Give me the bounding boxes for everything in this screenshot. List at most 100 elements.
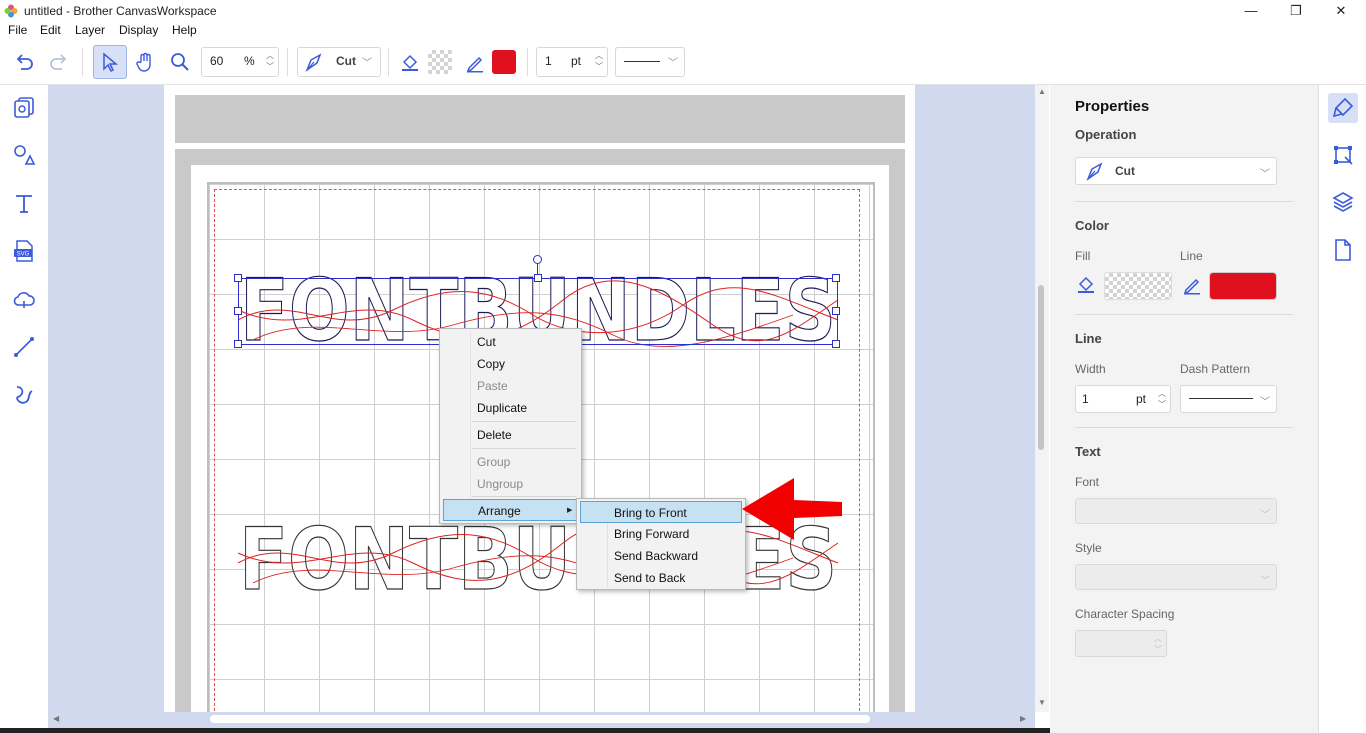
style-label: Style — [1075, 541, 1102, 555]
chevron-down-icon: ﹀ — [362, 58, 372, 69]
submenu-item-send-to-back[interactable]: Send to Back — [577, 567, 743, 589]
line-pen-icon[interactable] — [461, 48, 489, 76]
width-label: Width — [1075, 362, 1106, 376]
style-select[interactable]: ﹀ — [1075, 564, 1277, 590]
zoom-stepper-arrows[interactable]: ︿ ﹀ — [264, 50, 276, 72]
svg-import-icon[interactable]: SVG — [10, 237, 38, 265]
app-logo-icon — [4, 4, 18, 18]
dash-pattern-select[interactable]: ﹀ — [1180, 385, 1277, 413]
resize-handle[interactable] — [832, 274, 840, 282]
context-menu-item-paste[interactable]: Paste — [440, 375, 579, 397]
resize-handle[interactable] — [832, 340, 840, 348]
line-color-swatch[interactable] — [1209, 272, 1277, 300]
operation-heading: Operation — [1075, 127, 1137, 142]
submenu-item-bring-to-front[interactable]: Bring to Front — [580, 501, 742, 523]
fill-color-swatch[interactable] — [1104, 272, 1172, 300]
minimize-button[interactable]: — — [1228, 0, 1274, 22]
layers-icon[interactable] — [1328, 187, 1358, 217]
line-color-swatch[interactable] — [492, 50, 516, 74]
restore-button[interactable]: ❐ — [1273, 0, 1319, 22]
font-select[interactable]: ﹀ — [1075, 498, 1277, 524]
line-tool-icon[interactable] — [10, 333, 38, 361]
line-pen-icon[interactable] — [1181, 273, 1203, 298]
line-color-label: Line — [1180, 249, 1203, 263]
line-width-value: 1 — [1082, 392, 1089, 406]
dash-pattern-dropdown[interactable]: ﹀ — [615, 47, 685, 77]
select-tool-icon[interactable] — [93, 45, 127, 79]
scroll-left-icon[interactable]: ◀ — [53, 714, 59, 723]
fill-color-swatch[interactable] — [428, 50, 452, 74]
context-menu-item-cut[interactable]: Cut — [440, 331, 579, 353]
left-tool-sidebar: SVG — [0, 85, 48, 733]
line-width-stepper[interactable]: 1 pt ︿ ﹀ — [1075, 385, 1171, 413]
submenu-arrow-icon: ▶ — [567, 507, 573, 514]
right-panel-tabs — [1318, 85, 1366, 733]
chevron-down-icon: ﹀ — [1260, 397, 1270, 408]
scroll-right-icon[interactable]: ▶ — [1020, 714, 1026, 723]
menu-bar: File Edit Layer Display Help — [0, 22, 1366, 40]
templates-icon[interactable] — [10, 93, 38, 121]
undo-icon[interactable] — [10, 48, 38, 76]
context-menu-item-delete[interactable]: Delete — [440, 424, 579, 446]
operation-dropdown[interactable]: Cut ﹀ — [297, 47, 381, 77]
properties-title: Properties — [1075, 98, 1150, 115]
fill-bucket-icon[interactable] — [396, 48, 424, 76]
zoom-icon[interactable] — [166, 48, 194, 76]
properties-brush-icon[interactable] — [1328, 93, 1358, 123]
character-spacing-stepper[interactable]: ︿ ﹀ — [1075, 630, 1167, 657]
resize-handle[interactable] — [234, 307, 242, 315]
freehand-curve-icon[interactable] — [10, 381, 38, 409]
transform-icon[interactable] — [1328, 140, 1358, 170]
character-spacing-label: Character Spacing — [1075, 607, 1175, 621]
resize-handle[interactable] — [234, 340, 242, 348]
menu-display[interactable]: Display — [119, 23, 158, 37]
context-menu-item-copy[interactable]: Copy — [440, 353, 579, 375]
line-width-unit: pt — [571, 54, 582, 68]
page-settings-icon[interactable] — [1328, 235, 1358, 265]
properties-panel: Properties Operation Cut ﹀ Color Fill Li… — [1050, 85, 1318, 733]
font-label: Font — [1075, 475, 1100, 489]
dash-solid-preview — [624, 61, 660, 62]
text-tool-icon[interactable] — [10, 189, 38, 217]
context-menu-item-group[interactable]: Group — [440, 451, 579, 473]
cloud-pattern-icon[interactable] — [10, 285, 38, 313]
resize-handle[interactable] — [832, 307, 840, 315]
operation-select[interactable]: Cut ﹀ — [1075, 157, 1277, 185]
shapes-icon[interactable] — [10, 141, 38, 169]
resize-handle[interactable] — [234, 274, 242, 282]
stepper-arrows[interactable]: ︿ ﹀ — [1156, 388, 1168, 410]
cut-blade-icon — [305, 53, 322, 73]
cut-blade-icon — [1086, 162, 1103, 182]
rotate-handle[interactable] — [533, 255, 542, 264]
context-menu-item-duplicate[interactable]: Duplicate — [440, 397, 579, 419]
scroll-down-icon[interactable]: ▼ — [1038, 698, 1046, 707]
menu-help[interactable]: Help — [172, 23, 197, 37]
line-width-stepper[interactable]: 1 pt ︿ ﹀ — [536, 47, 608, 77]
line-width-stepper-arrows[interactable]: ︿ ﹀ — [593, 50, 605, 72]
chevron-down-icon: ﹀ — [668, 58, 678, 69]
operation-select-value: Cut — [1115, 164, 1135, 178]
menu-layer[interactable]: Layer — [75, 23, 105, 37]
vertical-scroll-thumb[interactable] — [1038, 285, 1044, 450]
submenu-item-send-backward[interactable]: Send Backward — [577, 545, 743, 567]
context-menu-item-arrange[interactable]: Arrange — [443, 499, 577, 521]
submenu-item-bring-forward[interactable]: Bring Forward — [577, 523, 743, 545]
line-width-value: 1 — [545, 54, 552, 68]
menu-edit[interactable]: Edit — [40, 23, 61, 37]
close-button[interactable]: ✕ — [1318, 0, 1364, 22]
context-menu-item-ungroup[interactable]: Ungroup — [440, 473, 579, 495]
zoom-level-stepper[interactable]: 60 % ︿ ﹀ — [201, 47, 279, 77]
rotate-handle-stem — [537, 263, 538, 275]
scroll-up-icon[interactable]: ▲ — [1038, 87, 1046, 96]
title-bar: untitled - Brother CanvasWorkspace — ❐ ✕ — [0, 0, 1366, 22]
hand-pan-icon[interactable] — [131, 48, 159, 76]
resize-handle[interactable] — [534, 274, 542, 282]
operation-value: Cut — [336, 54, 356, 68]
stepper-arrows[interactable]: ︿ ﹀ — [1152, 633, 1164, 655]
fill-bucket-icon[interactable] — [1075, 273, 1097, 298]
menu-file[interactable]: File — [8, 23, 27, 37]
horizontal-scroll-thumb[interactable] — [210, 715, 870, 723]
context-menu: Cut Copy Paste Duplicate Delete Group Un… — [439, 328, 582, 524]
redo-icon[interactable] — [45, 48, 73, 76]
dash-solid-preview — [1189, 398, 1253, 399]
